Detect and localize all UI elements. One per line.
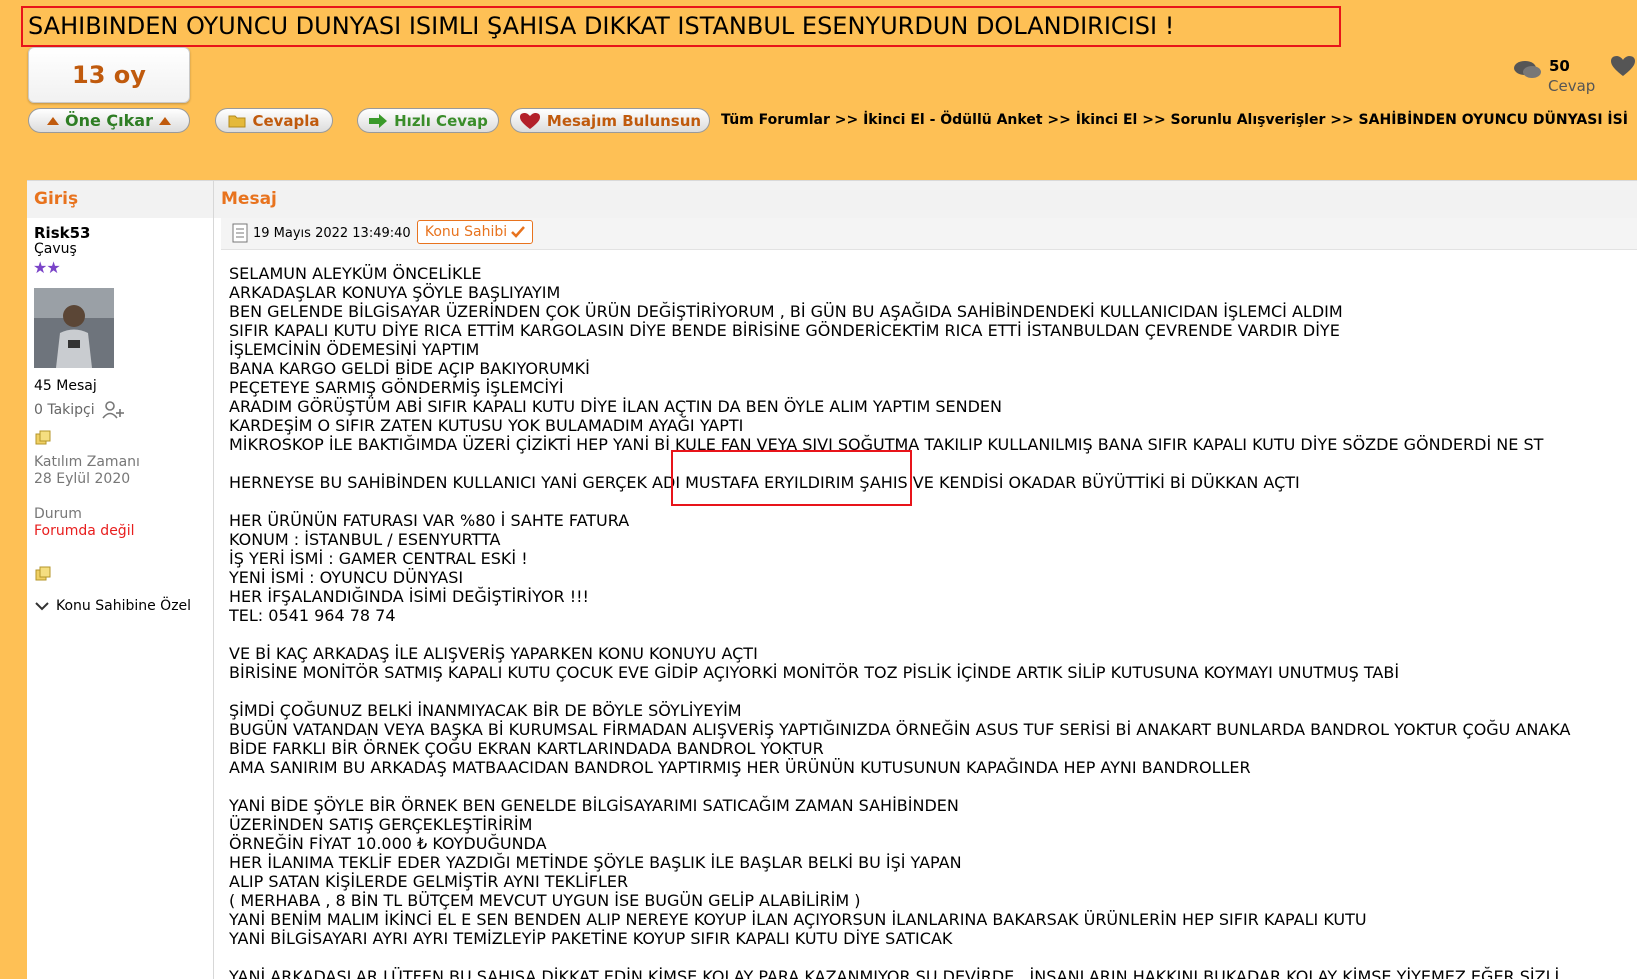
avatar-photo xyxy=(34,288,114,368)
checkmark-icon xyxy=(511,226,526,238)
name-highlight-box xyxy=(671,450,912,506)
status-label: Durum xyxy=(34,506,82,522)
arrow-up-icon xyxy=(47,116,60,125)
hizli-cevap-button[interactable]: Hızlı Cevap xyxy=(357,108,499,133)
copy-pages-icon[interactable] xyxy=(35,430,52,445)
chat-bubbles-icon xyxy=(1514,61,1541,78)
status-value: Forumda değil xyxy=(34,523,135,539)
folder-icon xyxy=(228,115,246,127)
mesajim-bulunsun-label: Mesajım Bulunsun xyxy=(546,111,702,130)
hizli-cevap-label: Hızlı Cevap xyxy=(394,111,488,130)
join-date-label: Katılım Zamanı xyxy=(34,454,140,470)
rank-stars-icon: ★★ xyxy=(33,258,61,277)
owner-only-toggle[interactable]: Konu Sahibine Özel xyxy=(34,598,191,614)
reply-stats: 50 Cevap xyxy=(1513,55,1595,97)
post-date: 19 Mayıs 2022 13:49:40 xyxy=(253,226,411,241)
thread-title: SAHIBINDEN OYUNCU DUNYASI ISIMLI ŞAHISA … xyxy=(21,6,1341,47)
chevron-down-icon xyxy=(35,602,49,611)
copy-pages-icon[interactable] xyxy=(35,566,52,581)
column-header-mesaj: Mesaj xyxy=(221,189,277,209)
cevapla-button[interactable]: Cevapla xyxy=(215,108,333,133)
user-rank: Çavuş xyxy=(34,241,77,257)
cevapla-label: Cevapla xyxy=(252,111,320,130)
vote-count-box[interactable]: 13 oy xyxy=(28,47,190,103)
post-body: SELAMUN ALEYKÜM ÖNCELİKLE ARKADAŞLAR KON… xyxy=(229,264,1571,979)
konu-sahibi-badge: Konu Sahibi xyxy=(417,220,533,244)
column-divider xyxy=(213,180,214,979)
join-date-value: 28 Eylül 2020 xyxy=(34,471,131,487)
followers-label: 0 Takipçi xyxy=(34,402,95,418)
one-cikar-button[interactable]: Öne Çıkar xyxy=(28,108,190,133)
konu-sahibi-label: Konu Sahibi xyxy=(424,224,508,240)
reply-label: Cevap xyxy=(1548,77,1596,95)
mesajim-bulunsun-button[interactable]: Mesajım Bulunsun xyxy=(510,108,710,133)
arrow-right-icon xyxy=(369,113,388,128)
owner-only-label: Konu Sahibine Özel xyxy=(56,598,192,614)
document-icon xyxy=(232,223,248,243)
user-followers[interactable]: 0 Takipçi xyxy=(34,400,125,420)
reply-count: 50 xyxy=(1549,57,1570,75)
heart-icon xyxy=(519,112,540,129)
add-follower-icon[interactable] xyxy=(101,400,125,420)
column-header-giris: Giriş xyxy=(34,189,79,209)
avatar[interactable] xyxy=(34,288,114,368)
favorite-heart-icon[interactable] xyxy=(1610,55,1636,77)
user-message-count[interactable]: 45 Mesaj xyxy=(34,378,97,394)
one-cikar-label: Öne Çıkar xyxy=(65,111,153,130)
username[interactable]: Risk53 xyxy=(34,224,90,242)
breadcrumb[interactable]: Tüm Forumlar >> İkinci El - Ödüllü Anket… xyxy=(721,112,1628,128)
arrow-up-icon xyxy=(158,116,171,125)
